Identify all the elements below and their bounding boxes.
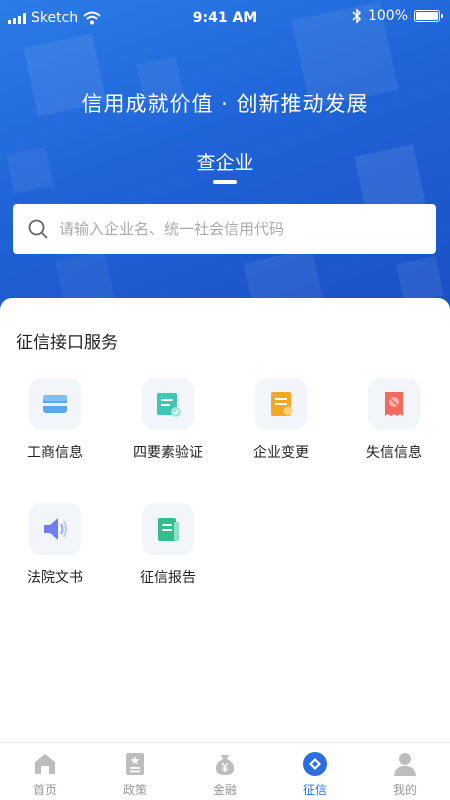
tab-label: 首页	[32, 783, 57, 797]
tab-label: 金融	[212, 783, 237, 797]
service-label: 四要素验证	[133, 445, 203, 461]
tab-search-enterprise[interactable]: 查企业	[0, 148, 450, 175]
tab-label: 政策	[122, 783, 147, 797]
service-business-info[interactable]: 工商信息	[5, 378, 105, 478]
search-box[interactable]	[13, 204, 436, 254]
tab-policy[interactable]: 政策	[90, 743, 180, 800]
bottom-tab-bar: 首页 政策 金融 征信 我的	[0, 742, 450, 800]
section-title: 征信接口服务	[16, 333, 118, 353]
service-court-document[interactable]: 法院文书	[5, 503, 105, 603]
service-label: 征信报告	[140, 570, 196, 586]
business-info-icon	[43, 395, 67, 413]
hero-slogan: 信用成就价值 · 创新推动发展	[81, 92, 369, 116]
credit-icon	[303, 752, 327, 776]
tab-home[interactable]: 首页	[0, 743, 90, 800]
battery-icon	[414, 10, 443, 22]
policy-icon	[126, 753, 144, 775]
service-dishonesty-info[interactable]: 失信信息	[344, 378, 444, 478]
search-input[interactable]	[59, 220, 419, 238]
service-label: 工商信息	[27, 445, 83, 461]
tab-credit[interactable]: 征信	[270, 743, 360, 800]
tab-label: 我的	[392, 783, 417, 797]
decor-square	[396, 256, 444, 304]
bluetooth-icon	[352, 8, 362, 24]
tab-label: 征信	[302, 783, 327, 797]
hero-banner: Sketch 9:41 AM 100% 信用成就价值 · 创新推动发展 查企业	[0, 0, 450, 330]
search-icon	[28, 219, 48, 239]
service-label: 失信信息	[366, 445, 422, 461]
service-enterprise-change[interactable]: 企业变更	[231, 378, 331, 478]
service-four-factor-verify[interactable]: 四要素验证	[118, 378, 218, 478]
dishonesty-info-icon	[385, 392, 403, 416]
service-credit-report[interactable]: 征信报告	[118, 503, 218, 603]
service-panel: 征信接口服务 工商信息 四要素验证 企业变更 失信信息 法院文书 征信报告	[0, 298, 450, 742]
service-label: 法院文书	[27, 570, 83, 586]
tab-profile[interactable]: 我的	[360, 743, 450, 800]
service-label: 企业变更	[253, 445, 309, 461]
enterprise-change-icon	[271, 392, 293, 416]
status-bar: Sketch 9:41 AM 100%	[0, 0, 450, 38]
home-icon	[35, 754, 55, 774]
credit-report-icon	[158, 518, 179, 541]
battery-percent: 100%	[367, 8, 408, 24]
finance-icon	[215, 755, 235, 775]
active-tab-indicator	[213, 180, 237, 184]
profile-icon	[394, 753, 416, 776]
four-factor-verify-icon	[157, 393, 181, 417]
court-document-icon	[44, 518, 67, 540]
tab-finance[interactable]: 金融	[180, 743, 270, 800]
